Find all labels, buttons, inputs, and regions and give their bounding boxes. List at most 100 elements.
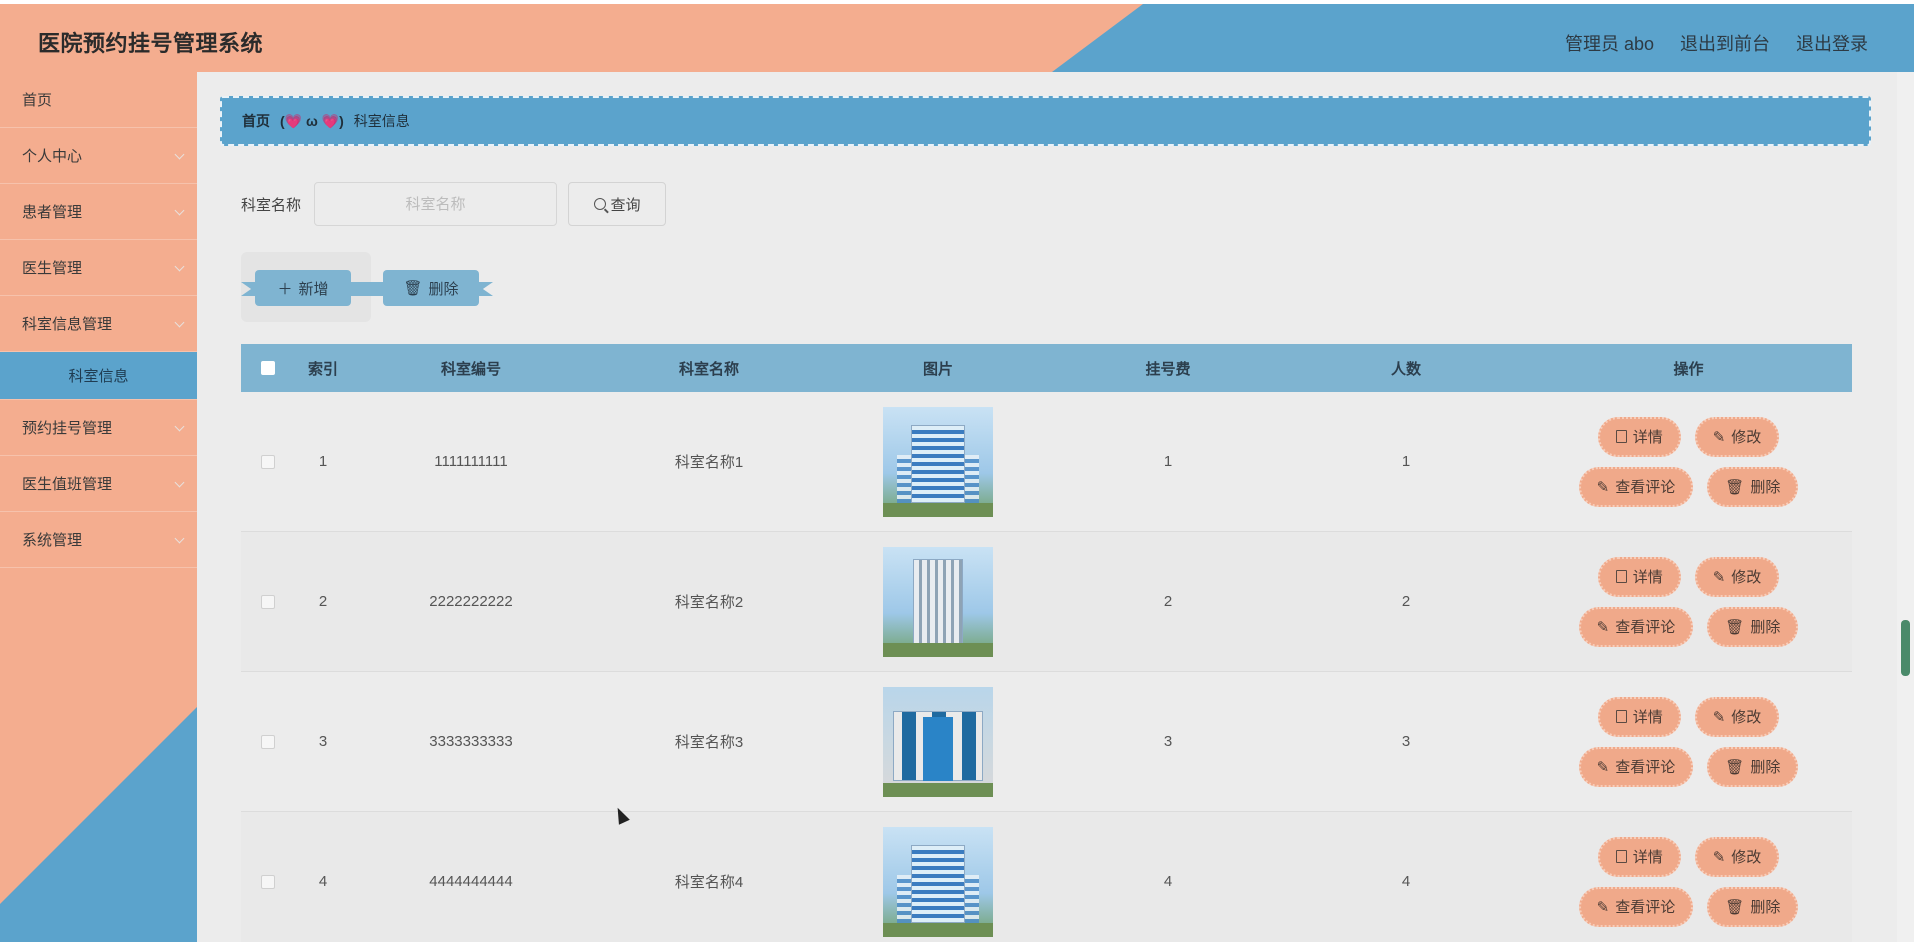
sidebar-item-doctor-management[interactable]: 医生管理	[0, 240, 197, 296]
chevron-down-icon	[174, 421, 185, 432]
pencil-icon: ✎	[1712, 708, 1726, 726]
chevron-down-icon	[174, 149, 185, 160]
sidebar-item-personal-center[interactable]: 个人中心	[0, 128, 197, 184]
detail-button[interactable]: 详情	[1597, 696, 1681, 737]
sidebar-menu: 首页 个人中心 患者管理 医生管理 科室信息管理 科室信息 预约挂号管理 医生值…	[0, 72, 197, 568]
pencil-icon: ✎	[1712, 568, 1726, 586]
sidebar-item-patient-management[interactable]: 患者管理	[0, 184, 197, 240]
table-header: 索引 科室编号 科室名称 图片 挂号费 人数 操作	[241, 344, 1852, 392]
cell-index: 1	[318, 453, 328, 470]
delete-button-label: 删除	[1750, 759, 1781, 776]
logout-link[interactable]: 退出登录	[1796, 30, 1868, 56]
column-header-index: 索引	[307, 360, 338, 378]
delete-button[interactable]: 🗑 删除	[1707, 886, 1799, 927]
detail-button-label: 详情	[1632, 849, 1663, 866]
edit-button-label: 修改	[1731, 709, 1762, 726]
pencil-icon: ✎	[1596, 478, 1610, 496]
edit-button[interactable]: ✎ 修改	[1694, 836, 1780, 877]
department-image[interactable]	[883, 686, 993, 797]
edit-button[interactable]: ✎ 修改	[1694, 556, 1780, 597]
cell-name: 科室名称4	[674, 874, 744, 891]
chevron-down-icon	[174, 205, 185, 216]
add-button[interactable]: ＋ 新增	[255, 270, 351, 306]
page-scrollbar[interactable]	[1897, 72, 1914, 942]
row-actions: 详情 ✎ 修改 ✎ 查看评论 🗑 删除	[1525, 556, 1852, 647]
delete-button-label: 删除	[1750, 619, 1781, 636]
chevron-down-icon	[174, 477, 185, 488]
edit-button[interactable]: ✎ 修改	[1694, 696, 1780, 737]
chevron-down-icon	[174, 533, 185, 544]
department-image[interactable]	[883, 406, 993, 517]
department-table: 索引 科室编号 科室名称 图片 挂号费 人数 操作 1 1111111111 科…	[241, 344, 1852, 942]
sidebar-item-doctor-duty-management[interactable]: 医生值班管理	[0, 456, 197, 512]
sidebar-item-label: 医生值班管理	[22, 476, 113, 493]
row-checkbox[interactable]	[261, 454, 275, 469]
delete-button[interactable]: 🗑 删除	[1707, 746, 1799, 787]
main-content: 首页 (💗 ω 💗) 科室信息 科室名称 查询 ＋ 新增 🗑 删除 索引 科室编…	[197, 72, 1897, 942]
detail-button[interactable]: 详情	[1597, 416, 1681, 457]
breadcrumb-home[interactable]: 首页	[242, 111, 270, 131]
view-comments-button[interactable]: ✎ 查看评论	[1578, 606, 1694, 647]
cell-code: 1111111111	[434, 453, 508, 470]
query-button[interactable]: 查询	[568, 182, 667, 226]
exit-to-front-link[interactable]: 退出到前台	[1680, 30, 1770, 56]
trash-icon: 🗑	[1725, 898, 1745, 916]
cell-count: 2	[1401, 593, 1411, 610]
cell-index: 2	[318, 593, 328, 610]
department-name-search-input[interactable]	[314, 182, 558, 226]
sidebar: 首页 个人中心 患者管理 医生管理 科室信息管理 科室信息 预约挂号管理 医生值…	[0, 72, 197, 942]
header-links: 管理员 abo 退出到前台 退出登录	[1565, 30, 1868, 56]
detail-button[interactable]: 详情	[1597, 836, 1681, 877]
trash-icon: 🗑	[403, 280, 423, 297]
row-checkbox[interactable]	[261, 594, 275, 609]
breadcrumb-current: 科室信息	[353, 113, 410, 129]
pencil-icon: ✎	[1596, 758, 1610, 776]
cell-index: 4	[318, 873, 328, 890]
admin-user-label[interactable]: 管理员 abo	[1565, 30, 1654, 56]
view-comments-button[interactable]: ✎ 查看评论	[1578, 886, 1694, 927]
cell-name: 科室名称2	[674, 594, 744, 611]
action-toolbar: ＋ 新增 🗑 删除	[241, 252, 493, 322]
bulk-delete-button[interactable]: 🗑 删除	[383, 270, 479, 306]
view-comments-button[interactable]: ✎ 查看评论	[1578, 746, 1694, 787]
search-bar: 科室名称 查询	[241, 182, 667, 226]
edit-button[interactable]: ✎ 修改	[1694, 416, 1780, 457]
delete-button[interactable]: 🗑 删除	[1707, 466, 1799, 507]
department-image[interactable]	[883, 546, 993, 657]
sidebar-item-label: 个人中心	[22, 148, 83, 165]
query-button-label: 查询	[610, 196, 641, 214]
view-comments-button-label: 查看评论	[1615, 479, 1676, 496]
row-actions: 详情 ✎ 修改 ✎ 查看评论 🗑 删除	[1525, 836, 1852, 927]
cell-count: 1	[1401, 453, 1411, 470]
view-comments-button[interactable]: ✎ 查看评论	[1578, 466, 1694, 507]
row-actions: 详情 ✎ 修改 ✎ 查看评论 🗑 删除	[1525, 416, 1852, 507]
top-header: 医院预约挂号管理系统 管理员 abo 退出到前台 退出登录	[0, 4, 1914, 72]
delete-button-label: 删除	[1750, 479, 1781, 496]
sidebar-item-system-management[interactable]: 系统管理	[0, 512, 197, 568]
trash-icon: 🗑	[1725, 618, 1745, 636]
scrollbar-thumb[interactable]	[1901, 620, 1910, 676]
sidebar-item-home[interactable]: 首页	[0, 72, 197, 128]
sidebar-item-appointment-management[interactable]: 预约挂号管理	[0, 400, 197, 456]
detail-button-label: 详情	[1632, 709, 1663, 726]
sidebar-item-label: 首页	[22, 92, 53, 109]
sidebar-subitem-department-info[interactable]: 科室信息	[0, 352, 197, 400]
cell-count: 3	[1401, 733, 1411, 750]
view-comments-button-label: 查看评论	[1615, 899, 1676, 916]
cell-count: 4	[1401, 873, 1411, 890]
detail-button[interactable]: 详情	[1597, 556, 1681, 597]
row-actions: 详情 ✎ 修改 ✎ 查看评论 🗑 删除	[1525, 696, 1852, 787]
detail-button-label: 详情	[1632, 429, 1663, 446]
department-image[interactable]	[883, 826, 993, 937]
pencil-icon: ✎	[1712, 428, 1726, 446]
delete-button[interactable]: 🗑 删除	[1707, 606, 1799, 647]
edit-button-label: 修改	[1731, 429, 1762, 446]
search-icon	[593, 198, 606, 210]
select-all-checkbox[interactable]	[261, 361, 275, 375]
sidebar-item-label: 科室信息	[68, 368, 129, 385]
row-checkbox[interactable]	[261, 874, 275, 889]
sidebar-item-department-management[interactable]: 科室信息管理	[0, 296, 197, 352]
cell-code: 2222222222	[429, 593, 513, 610]
cell-fee: 3	[1163, 733, 1173, 750]
row-checkbox[interactable]	[261, 734, 275, 749]
